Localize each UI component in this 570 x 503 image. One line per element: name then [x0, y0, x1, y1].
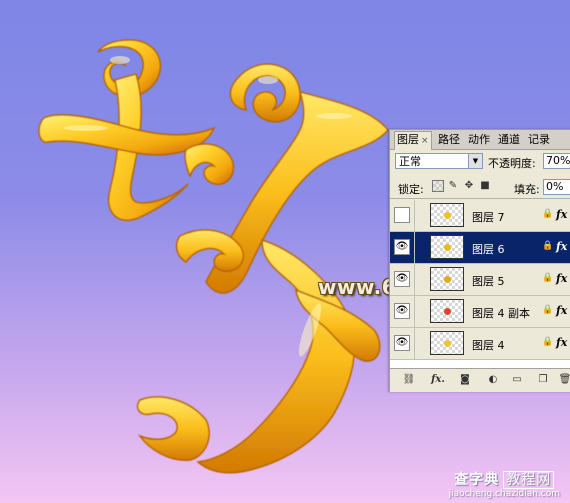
fill-label: 填充: [514, 183, 540, 196]
thumb-swatch [444, 244, 451, 251]
character-qi [38, 39, 235, 221]
layer-thumbnail [430, 331, 464, 355]
layer-name: 图层 7 [472, 211, 505, 224]
lock-label: 锁定: [398, 183, 424, 196]
chevron-down-icon[interactable]: ▼ [468, 154, 482, 168]
link-icon[interactable]: ⛓ [402, 373, 416, 387]
fill-input[interactable]: 0% [543, 179, 570, 195]
layer-name: 图层 4 副本 [472, 307, 530, 320]
fx-icon[interactable]: fx [556, 208, 567, 221]
eye-icon[interactable]: 👁 [394, 335, 410, 351]
footer-url: jiaocheng.chazidian.com [448, 489, 560, 499]
eye-icon[interactable]: 👁 [394, 303, 410, 319]
layer-thumbnail [430, 235, 464, 259]
layer-row-4[interactable]: 👁 图层 4 🔒 fx [390, 328, 570, 360]
fx-icon[interactable]: fx [556, 336, 567, 349]
lock-icon: 🔒 [542, 209, 554, 219]
layer-name: 图层 5 [472, 275, 505, 288]
footer-brand-box: 教程网 [503, 471, 555, 489]
thumb-swatch [444, 340, 451, 347]
lock-position-move-icon[interactable]: ✥ [463, 180, 475, 192]
layer-name: 图层 6 [472, 243, 505, 256]
panel-bottom-bar: ⛓ fx. ◙ ◐ ▭ ❐ 🗑 [390, 369, 570, 391]
layer-thumbnail [430, 203, 464, 227]
fx-icon[interactable]: fx [556, 272, 567, 285]
layer-list: 图层 7 🔒 fx 👁 图层 6 🔒 fx 👁 图层 5 🔒 fx 👁 图层 4… [390, 200, 570, 369]
trash-icon[interactable]: 🗑 [558, 373, 570, 387]
opacity-input[interactable]: 70% [543, 153, 570, 169]
lock-all-icon[interactable]: ■ [479, 180, 491, 192]
tab-layers-label: 图层 [397, 133, 419, 146]
blend-mode-select[interactable]: 正常 ▼ [395, 153, 483, 169]
tab-actions[interactable]: 动作 [466, 132, 492, 148]
tab-history[interactable]: 记录 [526, 132, 552, 148]
footer-brand: 查字典 [454, 472, 500, 488]
new-layer-icon[interactable]: ❐ [536, 373, 550, 387]
mask-icon[interactable]: ◙ [458, 373, 472, 387]
lock-icon: 🔒 [542, 241, 554, 251]
divider [414, 328, 415, 359]
lock-icon: 🔒 [542, 305, 554, 315]
opacity-label: 不透明度: [488, 157, 536, 170]
thumb-swatch [444, 308, 451, 315]
lock-row: 锁定: ✎ ✥ ■ 填充: 0% [390, 176, 570, 199]
tab-paths[interactable]: 路径 [436, 132, 462, 148]
divider [414, 296, 415, 327]
layer-thumbnail [430, 267, 464, 291]
blend-mode-value: 正常 [399, 155, 421, 168]
panel-tabs: 图层 × 路径 动作 通道 记录 [390, 130, 570, 150]
lock-pixels-brush-icon[interactable]: ✎ [447, 180, 459, 192]
close-icon[interactable]: × [421, 136, 429, 146]
footer-watermark: 查字典 教程网 jiaocheng.chazidian.com [449, 469, 560, 499]
eye-icon[interactable]: 👁 [394, 239, 410, 255]
adjustment-icon[interactable]: ◐ [486, 373, 500, 387]
layer-row-6[interactable]: 👁 图层 6 🔒 fx [390, 232, 570, 264]
eye-icon[interactable]: 👁 [394, 271, 410, 287]
thumb-swatch [444, 276, 451, 283]
tab-layers[interactable]: 图层 × [394, 131, 432, 150]
layer-row-5[interactable]: 👁 图层 5 🔒 fx [390, 264, 570, 296]
lock-icon: 🔒 [542, 273, 554, 283]
folder-icon[interactable]: ▭ [510, 373, 524, 387]
lock-icon: 🔒 [542, 337, 554, 347]
blend-row: 正常 ▼ 不透明度: 70% [390, 150, 570, 174]
divider [414, 264, 415, 295]
fx-icon[interactable]: fx [556, 304, 567, 317]
layers-panel: 图层 × 路径 动作 通道 记录 正常 ▼ 不透明度: 70% 锁定: ✎ ✥ ■… [389, 129, 570, 392]
lock-transparency-icon[interactable] [432, 180, 444, 192]
character-xi [136, 63, 389, 474]
layer-row-4-copy[interactable]: 👁 图层 4 副本 🔒 fx [390, 296, 570, 328]
visibility-toggle-empty[interactable] [394, 207, 410, 223]
layer-name: 图层 4 [472, 339, 505, 352]
layer-thumbnail [430, 299, 464, 323]
fx-icon[interactable]: fx [556, 240, 567, 253]
divider [414, 232, 415, 263]
fx-icon[interactable]: fx. [428, 373, 448, 387]
layer-row-7[interactable]: 图层 7 🔒 fx [390, 200, 570, 232]
divider [414, 200, 415, 231]
tab-channels[interactable]: 通道 [496, 132, 522, 148]
thumb-swatch [444, 212, 451, 219]
